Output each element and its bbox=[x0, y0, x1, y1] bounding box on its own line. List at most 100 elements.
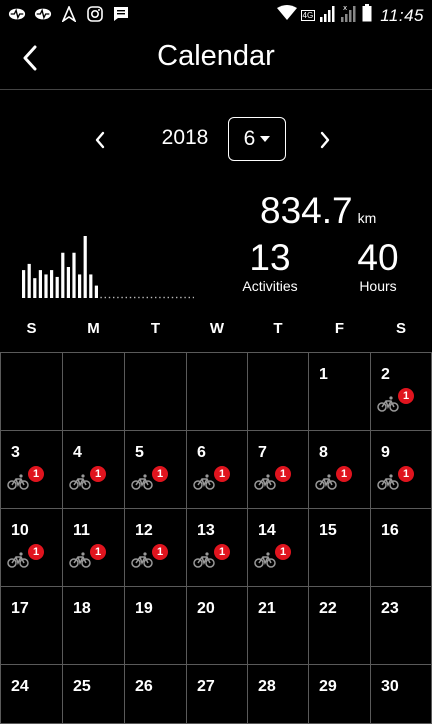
day-number: 29 bbox=[319, 678, 337, 695]
calendar-day[interactable]: 28 bbox=[247, 664, 309, 724]
activities-count: 13 bbox=[249, 237, 291, 278]
calendar-day[interactable]: 25 bbox=[62, 664, 125, 724]
chart-empty-marker bbox=[117, 296, 119, 299]
chart-empty-marker bbox=[108, 296, 111, 299]
calendar-day[interactable]: 22 bbox=[308, 586, 371, 665]
bicycle-icon bbox=[7, 552, 29, 568]
hours-count: 40 bbox=[357, 237, 399, 278]
calendar-day[interactable]: 21 bbox=[247, 586, 309, 665]
day-number: 25 bbox=[73, 678, 91, 695]
chart-bar bbox=[55, 276, 59, 298]
chart-empty-marker bbox=[104, 296, 106, 299]
day-number: 16 bbox=[381, 522, 399, 539]
chart-empty-marker bbox=[155, 296, 157, 299]
day-number: 3 bbox=[11, 444, 20, 461]
activity-indicator: 1 bbox=[377, 388, 417, 414]
activity-count-badge: 1 bbox=[214, 466, 230, 482]
header-divider bbox=[0, 89, 432, 90]
weekday-label: T bbox=[273, 320, 283, 337]
calendar-day[interactable]: 20 bbox=[186, 586, 248, 665]
activity-count-badge: 1 bbox=[28, 544, 44, 560]
daily-distance-chart bbox=[22, 236, 194, 299]
calendar-day[interactable]: 29 bbox=[308, 664, 371, 724]
day-number: 17 bbox=[11, 600, 29, 617]
calendar-day[interactable]: 26 bbox=[124, 664, 187, 724]
weekday-label: W bbox=[209, 320, 225, 337]
chart-empty-marker bbox=[180, 296, 182, 299]
activity-indicator: 1 bbox=[193, 544, 233, 570]
calendar-day[interactable]: 23 bbox=[370, 586, 432, 665]
calendar-day[interactable]: 27 bbox=[186, 664, 248, 724]
calendar-empty-cell bbox=[0, 352, 63, 431]
activity-indicator: 1 bbox=[315, 466, 355, 492]
year-label: 2018 bbox=[161, 126, 209, 149]
wifi-icon bbox=[276, 5, 297, 26]
activity-indicator: 1 bbox=[193, 466, 233, 492]
chart-bar bbox=[44, 274, 48, 298]
calendar-day[interactable]: 61 bbox=[186, 430, 248, 509]
chart-bar bbox=[83, 236, 87, 298]
calendar-empty-cell bbox=[62, 352, 125, 431]
day-number: 1 bbox=[319, 366, 328, 383]
calendar-day[interactable]: 16 bbox=[370, 508, 432, 587]
calendar-day[interactable]: 41 bbox=[62, 430, 125, 509]
network-type: 4G bbox=[300, 10, 316, 21]
activity-count-badge: 1 bbox=[28, 466, 44, 482]
activity-count-badge: 1 bbox=[398, 388, 414, 404]
calendar-day[interactable]: 91 bbox=[370, 430, 432, 509]
chart-empty-marker bbox=[125, 296, 127, 299]
chart-empty-marker bbox=[159, 296, 161, 299]
calendar-day[interactable]: 11 1 bbox=[62, 508, 125, 587]
calendar-day[interactable]: 14 1 bbox=[247, 508, 309, 587]
next-month-button[interactable] bbox=[311, 124, 339, 156]
calendar-day[interactable]: 31 bbox=[0, 430, 63, 509]
day-number: 10 bbox=[11, 522, 29, 539]
calendar-day[interactable]: 81 bbox=[308, 430, 371, 509]
bicycle-icon bbox=[7, 474, 29, 490]
calendar-day[interactable]: 24 bbox=[0, 664, 63, 724]
calendar-day[interactable]: 30 bbox=[370, 664, 432, 724]
month-dropdown[interactable]: 6 bbox=[228, 117, 286, 161]
total-distance: 834.7 km bbox=[260, 190, 376, 232]
calendar-empty-cell bbox=[124, 352, 187, 431]
calendar-day[interactable]: 15 bbox=[308, 508, 371, 587]
day-number: 8 bbox=[319, 444, 328, 461]
calendar-day[interactable]: 21 bbox=[370, 352, 432, 431]
calendar-day[interactable]: 12 1 bbox=[124, 508, 187, 587]
calendar-day[interactable]: 17 bbox=[0, 586, 63, 665]
bicycle-icon bbox=[377, 474, 399, 490]
weekday-label: S bbox=[26, 320, 37, 337]
day-number: 27 bbox=[197, 678, 215, 695]
activity-count-badge: 1 bbox=[152, 466, 168, 482]
calendar-day[interactable]: 1 bbox=[308, 352, 371, 431]
chart-empty-marker bbox=[150, 296, 153, 299]
hours-label: Hours bbox=[359, 278, 397, 294]
chart-empty-marker bbox=[163, 296, 165, 299]
chart-empty-marker bbox=[184, 296, 186, 299]
clock: 11:45 bbox=[380, 5, 424, 25]
activity-count-badge: 1 bbox=[275, 544, 291, 560]
activity-indicator: 1 bbox=[131, 544, 171, 570]
signal-no-sim-icon: x bbox=[340, 4, 358, 27]
calendar-day[interactable]: 13 1 bbox=[186, 508, 248, 587]
calendar-day[interactable]: 51 bbox=[124, 430, 187, 509]
month-value: 6 bbox=[243, 127, 256, 150]
chart-empty-marker bbox=[146, 296, 148, 299]
calendar-day[interactable]: 18 bbox=[62, 586, 125, 665]
calendar-day[interactable]: 10 1 bbox=[0, 508, 63, 587]
chart-empty-marker bbox=[134, 296, 136, 299]
weekday-label: M bbox=[87, 320, 100, 337]
bicycle-icon bbox=[254, 474, 276, 490]
day-number: 24 bbox=[11, 678, 29, 695]
activity-indicator: 1 bbox=[377, 466, 417, 492]
chart-empty-marker bbox=[138, 296, 140, 299]
day-number: 4 bbox=[73, 444, 82, 461]
chevron-left-icon bbox=[95, 131, 105, 149]
activity-indicator: 1 bbox=[7, 466, 47, 492]
activity-indicator: 1 bbox=[69, 466, 109, 492]
calendar-day[interactable]: 71 bbox=[247, 430, 309, 509]
weekday-label: T bbox=[150, 320, 161, 337]
previous-month-button[interactable] bbox=[86, 124, 114, 156]
chart-bar bbox=[22, 270, 26, 298]
calendar-day[interactable]: 19 bbox=[124, 586, 187, 665]
